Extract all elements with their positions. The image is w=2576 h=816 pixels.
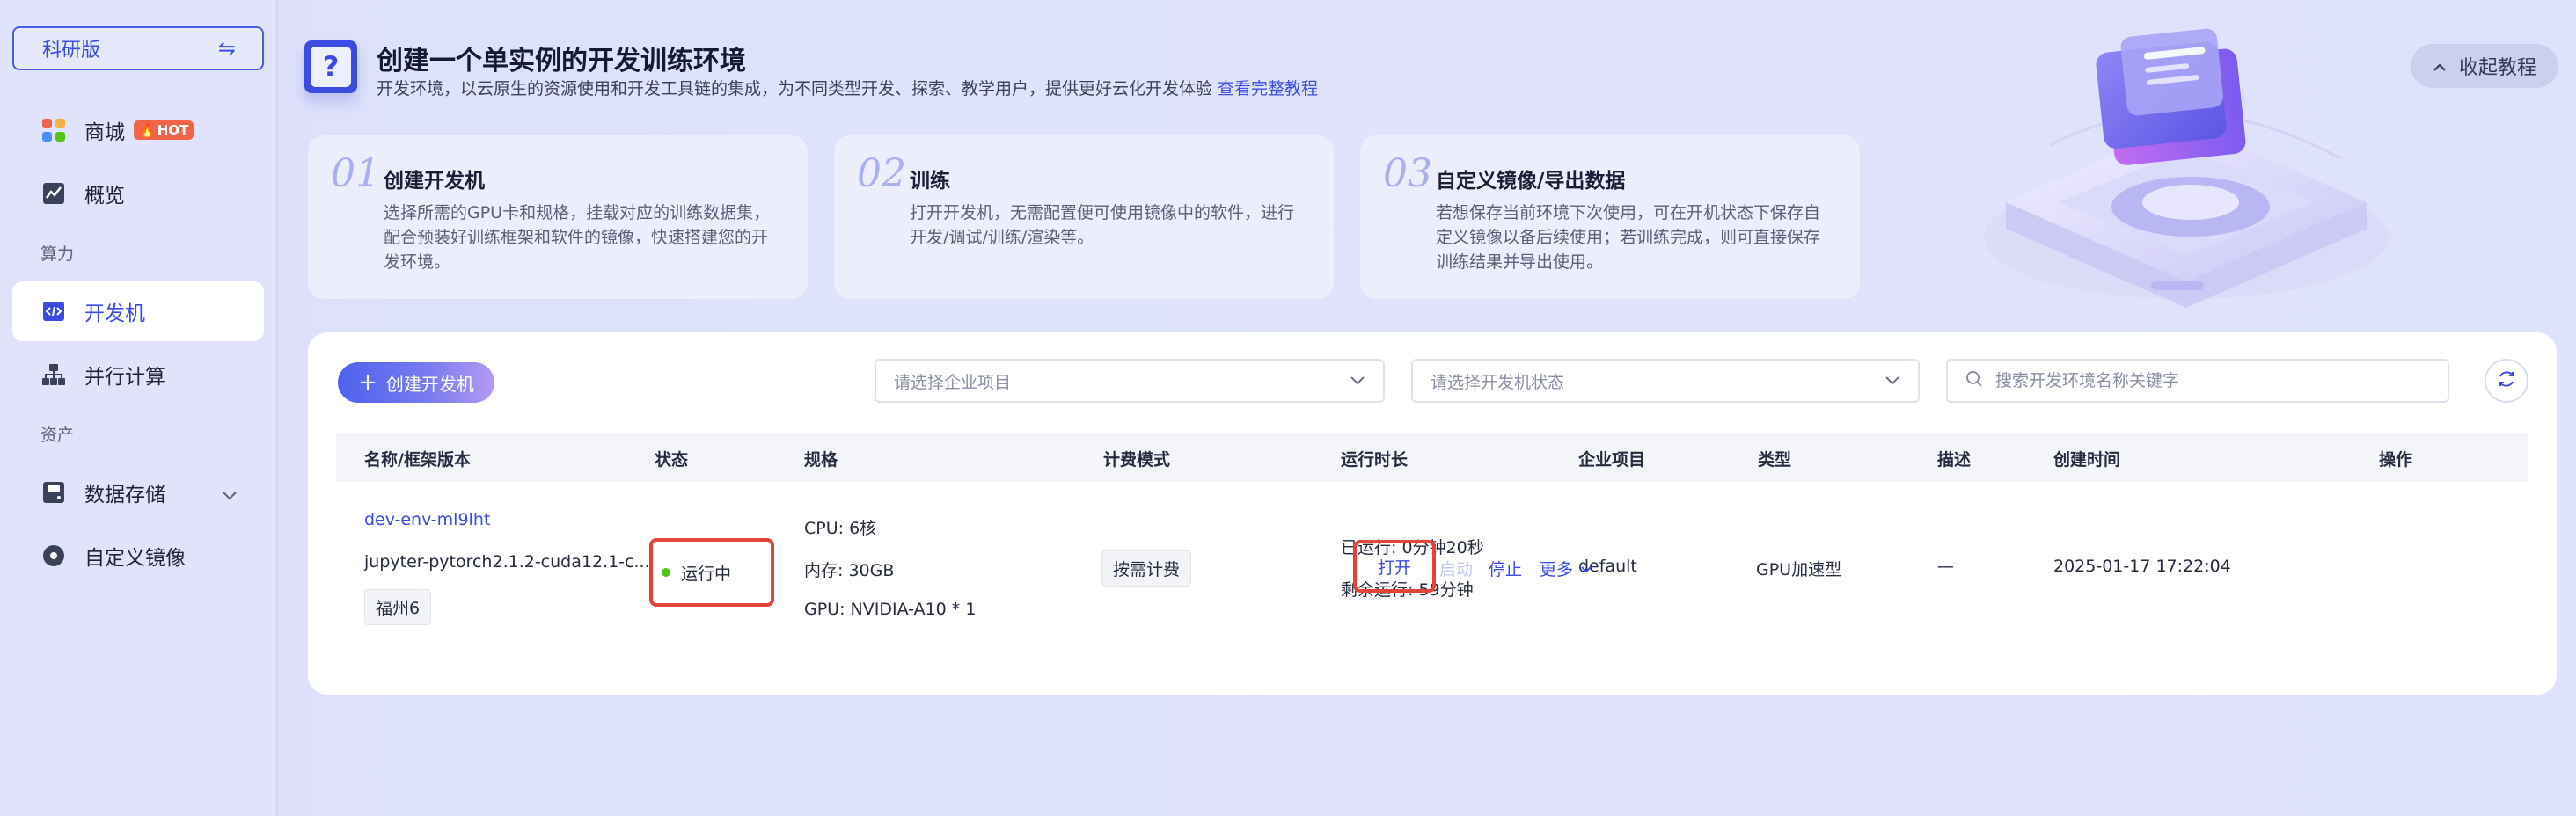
search-icon (1965, 370, 1983, 392)
col-project: 企业项目 (1578, 450, 1646, 470)
col-desc: 描述 (1937, 450, 1972, 470)
fire-icon: 🔥 (139, 122, 156, 138)
search-box (1946, 359, 2449, 403)
collapse-tutorial-button[interactable]: 收起教程 (2411, 44, 2558, 88)
col-created: 创建时间 (2053, 450, 2121, 470)
sidebar-item-label: 数据存储 (84, 484, 165, 506)
page-subtitle: 开发环境，以云原生的资源使用和开发工具链的集成，为不同类型开发、探索、教学用户，… (377, 79, 1319, 98)
chevron-down-icon (1580, 559, 1592, 579)
sidebar: 科研版 ⇋ 商城 🔥 HOT 概览 算力 开发机 并行计算 资产 数据存储 自定… (0, 0, 278, 816)
sidebar-item-overview[interactable]: 概览 (12, 164, 264, 223)
start-button[interactable]: 启动 (1439, 557, 1473, 580)
hot-badge: 🔥 HOT (134, 120, 194, 140)
col-runtime: 运行时长 (1341, 450, 1409, 470)
status-badge: 运行中 (649, 538, 774, 607)
col-status: 状态 (655, 450, 689, 470)
project-select[interactable]: 请选择企业项目 (875, 359, 1385, 403)
col-type: 类型 (1758, 450, 1792, 470)
running-dot-icon (662, 568, 670, 577)
created-time: 2025-01-17 17:22:04 (2053, 557, 2231, 576)
edition-switcher[interactable]: 科研版 ⇋ (12, 26, 264, 70)
sidebar-item-mall[interactable]: 商城 🔥 HOT (12, 100, 264, 160)
swap-icon: ⇋ (217, 36, 236, 61)
step-title: 训练 (910, 170, 950, 193)
hierarchy-icon (40, 361, 67, 388)
framework-version: jupyter-pytorch2.1.2-cuda12.1-c... (364, 552, 650, 572)
step-title: 创建开发机 (384, 170, 485, 193)
type-value: GPU加速型 (1756, 560, 1842, 579)
step-number: 02 (857, 151, 906, 196)
billing-tag: 按需计费 (1101, 550, 1192, 586)
step-card-2: 02 训练 打开开发机，无需配置便可使用镜像中的软件，进行开发/调试/训练/渲染… (834, 135, 1334, 299)
code-icon (40, 298, 67, 324)
col-name: 名称/框架版本 (364, 450, 471, 470)
refresh-button[interactable] (2485, 359, 2528, 403)
step-number: 03 (1383, 151, 1432, 196)
status-select[interactable]: 请选择开发机状态 (1411, 359, 1920, 403)
more-dropdown[interactable]: 更多 (1540, 557, 1592, 580)
create-devbox-button[interactable]: + 创建开发机 (338, 362, 494, 403)
apps-icon (40, 117, 67, 143)
col-actions: 操作 (2379, 450, 2413, 470)
disk-icon (40, 479, 67, 506)
desc-value: — (1937, 557, 1954, 576)
section-compute: 算力 (40, 244, 75, 264)
sidebar-item-parallel[interactable]: 并行计算 (12, 345, 264, 404)
illustration-image (1984, 28, 2389, 308)
chevron-up-icon (2433, 55, 2447, 77)
sidebar-item-images[interactable]: 自定义镜像 (12, 526, 264, 586)
col-billing: 计费模式 (1103, 450, 1171, 470)
chevron-down-icon (222, 484, 238, 506)
step-card-1: 01 创建开发机 选择所需的GPU卡和规格，挂载对应的训练数据集，配合预装好训练… (308, 135, 808, 299)
step-card-3: 03 自定义镜像/导出数据 若想保存当前环境下次使用，可在开机状态下保存自定义镜… (1360, 135, 1860, 299)
chart-icon (40, 180, 67, 207)
step-desc: 打开开发机，无需配置便可使用镜像中的软件，进行开发/调试/训练/渲染等。 (910, 203, 1295, 247)
spec-memory: 内存: 30GB (804, 561, 895, 580)
tutorial-link[interactable]: 查看完整教程 (1218, 79, 1318, 98)
edition-label: 科研版 (42, 40, 101, 62)
sidebar-item-label: 商城 (84, 121, 125, 144)
spec-gpu: GPU: NVIDIA-A10 * 1 (804, 600, 977, 619)
plus-icon: + (358, 369, 377, 396)
sidebar-item-label: 概览 (84, 185, 125, 208)
section-assets: 资产 (40, 426, 75, 445)
search-input[interactable] (1994, 370, 2419, 391)
step-desc: 选择所需的GPU卡和规格，挂载对应的训练数据集，配合预装好训练框架和软件的镜像，… (384, 203, 771, 272)
sidebar-item-label: 并行计算 (84, 366, 165, 389)
disc-icon (40, 543, 67, 569)
stop-button[interactable]: 停止 (1489, 557, 1522, 580)
step-desc: 若想保存当前环境下次使用，可在开机状态下保存自定义镜像以备后续使用；若训练完成，… (1436, 203, 1821, 272)
open-button[interactable]: 打开 (1353, 540, 1436, 593)
sidebar-item-label: 开发机 (84, 302, 145, 325)
spec-cpu: CPU: 6核 (804, 519, 877, 538)
devbox-name-link[interactable]: dev-env-ml9lht (364, 510, 490, 529)
col-spec: 规格 (804, 450, 838, 470)
chevron-down-icon (1884, 371, 1900, 390)
devbox-list-panel: + 创建开发机 请选择企业项目 请选择开发机状态 名称/框架 (308, 332, 2557, 695)
step-title: 自定义镜像/导出数据 (1436, 170, 1626, 193)
help-icon: ? (304, 40, 357, 93)
table-header: 名称/框架版本 状态 规格 计费模式 运行时长 企业项目 类型 描述 创建时间 … (336, 433, 2528, 482)
sidebar-item-label: 自定义镜像 (84, 547, 186, 570)
step-number: 01 (331, 151, 380, 196)
sidebar-item-storage[interactable]: 数据存储 (12, 463, 264, 522)
sidebar-item-devbox[interactable]: 开发机 (12, 281, 264, 341)
chevron-down-icon (1350, 371, 1365, 390)
region-tag: 福州6 (364, 589, 432, 625)
page-title: 创建一个单实例的开发训练环境 (377, 46, 746, 76)
refresh-icon (2496, 368, 2517, 393)
